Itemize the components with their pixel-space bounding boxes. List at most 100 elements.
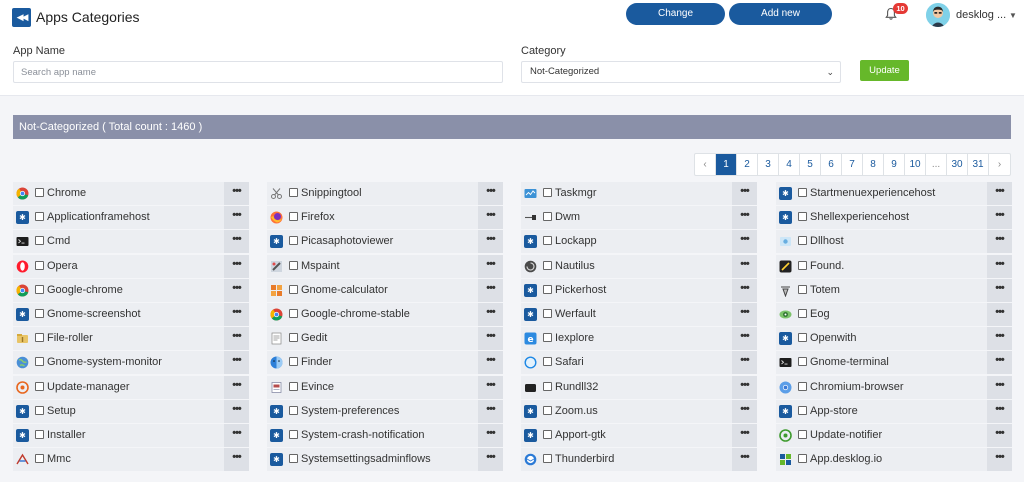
more-options-button[interactable]: ••• (987, 351, 1012, 375)
more-options-button[interactable]: ••• (987, 375, 1012, 399)
app-checkbox[interactable] (543, 405, 552, 415)
more-options-button[interactable]: ••• (732, 254, 757, 278)
app-checkbox[interactable] (35, 454, 44, 464)
app-checkbox[interactable] (35, 284, 44, 294)
app-checkbox[interactable] (35, 333, 44, 343)
app-checkbox[interactable] (289, 429, 298, 439)
page-10[interactable]: 10 (905, 154, 926, 175)
more-options-button[interactable]: ••• (478, 351, 503, 375)
more-options-button[interactable]: ••• (224, 182, 249, 205)
app-checkbox[interactable] (543, 333, 552, 343)
more-options-button[interactable]: ••• (478, 375, 503, 399)
category-select[interactable]: Not-Categorized ⌄ (521, 61, 841, 83)
app-checkbox[interactable] (543, 381, 552, 391)
app-checkbox[interactable] (798, 333, 807, 343)
page-4[interactable]: 4 (779, 154, 800, 175)
more-options-button[interactable]: ••• (224, 423, 249, 447)
more-options-button[interactable]: ••• (987, 399, 1012, 423)
more-options-button[interactable]: ••• (732, 423, 757, 447)
back-button[interactable]: ◀◀ (12, 8, 31, 27)
app-checkbox[interactable] (798, 308, 807, 318)
more-options-button[interactable]: ••• (987, 230, 1012, 254)
more-options-button[interactable]: ••• (987, 206, 1012, 230)
more-options-button[interactable]: ••• (732, 230, 757, 254)
app-checkbox[interactable] (35, 236, 44, 246)
app-checkbox[interactable] (289, 236, 298, 246)
app-checkbox[interactable] (798, 429, 807, 439)
chevron-down-icon[interactable]: ▼ (1009, 11, 1017, 20)
add-new-categories-button[interactable]: Add new categories (729, 3, 832, 41)
app-checkbox[interactable] (35, 188, 44, 197)
page-5[interactable]: 5 (800, 154, 821, 175)
app-checkbox[interactable] (35, 212, 44, 222)
more-options-button[interactable]: ••• (224, 327, 249, 351)
app-checkbox[interactable] (798, 405, 807, 415)
app-checkbox[interactable] (543, 212, 552, 222)
more-options-button[interactable]: ••• (987, 302, 1012, 326)
app-checkbox[interactable] (289, 454, 298, 464)
prev-page-button[interactable]: ‹ (695, 154, 716, 175)
app-checkbox[interactable] (543, 429, 552, 439)
app-checkbox[interactable] (35, 381, 44, 391)
more-options-button[interactable]: ••• (732, 448, 757, 472)
page-31[interactable]: 31 (968, 154, 989, 175)
app-checkbox[interactable] (35, 260, 44, 270)
avatar[interactable] (926, 3, 950, 27)
app-checkbox[interactable] (35, 308, 44, 318)
more-options-button[interactable]: ••• (478, 399, 503, 423)
app-checkbox[interactable] (798, 188, 807, 197)
app-checkbox[interactable] (289, 357, 298, 367)
app-checkbox[interactable] (35, 405, 44, 415)
page-1[interactable]: 1 (716, 154, 737, 175)
app-checkbox[interactable] (289, 405, 298, 415)
user-name[interactable]: desklog ... (956, 9, 1006, 21)
more-options-button[interactable]: ••• (224, 230, 249, 254)
more-options-button[interactable]: ••• (987, 182, 1012, 205)
app-checkbox[interactable] (798, 357, 807, 367)
app-checkbox[interactable] (543, 284, 552, 294)
more-options-button[interactable]: ••• (224, 351, 249, 375)
more-options-button[interactable]: ••• (224, 375, 249, 399)
more-options-button[interactable]: ••• (732, 375, 757, 399)
app-checkbox[interactable] (289, 308, 298, 318)
app-checkbox[interactable] (35, 357, 44, 367)
more-options-button[interactable]: ••• (224, 399, 249, 423)
app-checkbox[interactable] (35, 429, 44, 439)
more-options-button[interactable]: ••• (224, 302, 249, 326)
app-checkbox[interactable] (543, 357, 552, 367)
more-options-button[interactable]: ••• (987, 327, 1012, 351)
page-6[interactable]: 6 (821, 154, 842, 175)
app-checkbox[interactable] (798, 260, 807, 270)
app-checkbox[interactable] (543, 188, 552, 197)
page-2[interactable]: 2 (737, 154, 758, 175)
more-options-button[interactable]: ••• (478, 302, 503, 326)
more-options-button[interactable]: ••• (732, 302, 757, 326)
more-options-button[interactable]: ••• (478, 206, 503, 230)
app-checkbox[interactable] (543, 308, 552, 318)
app-checkbox[interactable] (798, 381, 807, 391)
change-categories-button[interactable]: Change categories (626, 3, 725, 41)
page-7[interactable]: 7 (842, 154, 863, 175)
more-options-button[interactable]: ••• (987, 448, 1012, 472)
more-options-button[interactable]: ••• (224, 278, 249, 302)
more-options-button[interactable]: ••• (732, 327, 757, 351)
more-options-button[interactable]: ••• (478, 182, 503, 205)
more-options-button[interactable]: ••• (987, 254, 1012, 278)
more-options-button[interactable]: ••• (478, 327, 503, 351)
more-options-button[interactable]: ••• (987, 423, 1012, 447)
more-options-button[interactable]: ••• (732, 206, 757, 230)
more-options-button[interactable]: ••• (732, 182, 757, 205)
app-checkbox[interactable] (289, 212, 298, 222)
next-page-button[interactable]: › (989, 154, 1010, 175)
app-checkbox[interactable] (798, 284, 807, 294)
app-checkbox[interactable] (798, 212, 807, 222)
app-checkbox[interactable] (289, 188, 298, 197)
more-options-button[interactable]: ••• (987, 278, 1012, 302)
app-checkbox[interactable] (543, 454, 552, 464)
app-checkbox[interactable] (289, 333, 298, 343)
search-input[interactable] (13, 61, 503, 83)
more-options-button[interactable]: ••• (224, 448, 249, 472)
more-options-button[interactable]: ••• (478, 230, 503, 254)
more-options-button[interactable]: ••• (732, 399, 757, 423)
more-options-button[interactable]: ••• (478, 278, 503, 302)
